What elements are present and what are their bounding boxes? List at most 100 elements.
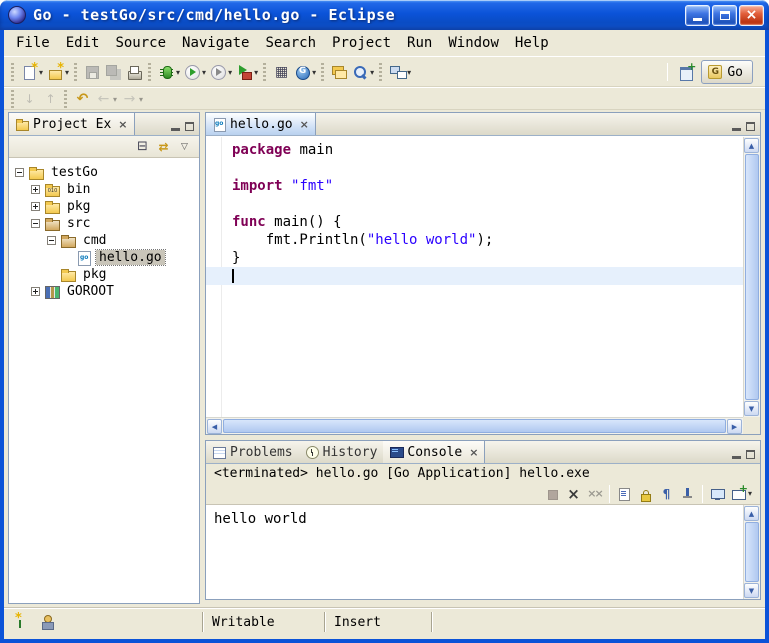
menu-item-run[interactable]: Run (399, 32, 440, 54)
open-resource-button[interactable] (329, 60, 350, 84)
fast-view-icon[interactable] (12, 614, 29, 630)
editor-horizontal-scrollbar[interactable]: ◀ ▶ (206, 417, 743, 434)
tree-item-pkg[interactable]: pkg (9, 266, 199, 283)
tree-item-testgo[interactable]: testGo (9, 164, 199, 181)
team-sync-button[interactable]: ▾ (387, 60, 413, 84)
scrollbar-thumb[interactable] (745, 522, 759, 582)
menu-item-source[interactable]: Source (107, 32, 174, 54)
go-web-button-dropdown[interactable]: ▾ (312, 68, 316, 77)
minimize-editor-icon[interactable] (732, 128, 741, 131)
go-perspective-button[interactable]: G Go (701, 60, 753, 84)
code-line-7[interactable]: } (206, 249, 743, 267)
console-output-area[interactable]: hello world ▲ ▼ (206, 504, 760, 599)
code-line-3[interactable]: import "fmt" (206, 177, 743, 195)
maximize-console-icon[interactable] (746, 450, 755, 459)
minimize-button[interactable] (685, 5, 710, 26)
menu-item-navigate[interactable]: Navigate (174, 32, 257, 54)
tree-expander-icon[interactable] (31, 219, 40, 228)
menu-item-edit[interactable]: Edit (58, 32, 108, 54)
tree-expander-icon[interactable] (47, 236, 56, 245)
maximize-button[interactable] (712, 5, 737, 26)
editor-vertical-scrollbar[interactable]: ▲ ▼ (743, 137, 760, 417)
tree-item-goroot[interactable]: GOROOT (9, 283, 199, 300)
close-editor-tab-icon[interactable]: × (300, 118, 309, 131)
view-menu-button[interactable] (174, 137, 195, 157)
collapse-all-button[interactable] (132, 137, 153, 157)
maximize-editor-icon[interactable] (746, 122, 755, 131)
titlebar[interactable]: Go - testGo/src/cmd/hello.go - Eclipse × (0, 0, 769, 30)
new-wizard-button-dropdown[interactable]: ▾ (39, 68, 43, 77)
search-button-dropdown[interactable]: ▾ (370, 68, 374, 77)
tree-expander-icon[interactable] (31, 287, 40, 296)
minimize-console-icon[interactable] (732, 456, 741, 459)
tree-expander-icon[interactable] (31, 202, 40, 211)
close-project-explorer-icon[interactable]: × (118, 118, 127, 131)
run-button-dropdown[interactable]: ▾ (202, 68, 206, 77)
tree-item-src[interactable]: src (9, 215, 199, 232)
code-area[interactable]: package main import "fmt" func main() { fm… (206, 137, 743, 417)
new-go-element-button[interactable]: ▾ (45, 60, 71, 84)
menu-item-search[interactable]: Search (257, 32, 324, 54)
close-console-tab-icon[interactable]: × (469, 446, 478, 459)
print-button[interactable] (124, 60, 145, 84)
new-wizard-button[interactable]: ▾ (19, 60, 45, 84)
menu-item-file[interactable]: File (8, 32, 58, 54)
go-web-button[interactable]: ▾ (292, 60, 318, 84)
code-line-5[interactable]: func main() { (206, 213, 743, 231)
tree-item-hello-go[interactable]: hello.go (9, 249, 199, 266)
new-go-app-button[interactable] (271, 60, 292, 84)
tree-expander-icon[interactable] (31, 185, 40, 194)
pin-console-button[interactable] (677, 482, 698, 506)
tab-history[interactable]: History (299, 441, 384, 463)
link-with-editor-button[interactable] (153, 137, 174, 157)
debug-button-dropdown[interactable]: ▾ (176, 68, 180, 77)
tree-item-bin[interactable]: bin (9, 181, 199, 198)
open-perspective-button[interactable] (676, 60, 697, 84)
minimize-view-icon[interactable] (171, 128, 180, 131)
display-selected-console-button[interactable] (707, 482, 728, 506)
code-line-8[interactable] (206, 267, 743, 285)
run-last-button[interactable]: ▾ (208, 60, 234, 84)
scroll-down-icon[interactable]: ▼ (744, 401, 759, 416)
clear-console-button[interactable] (614, 482, 635, 506)
tab-problems[interactable]: Problems (206, 441, 299, 463)
code-editor[interactable]: package main import "fmt" func main() { fm… (206, 137, 760, 434)
scroll-up-icon[interactable]: ▲ (744, 138, 759, 153)
run-button[interactable]: ▾ (182, 60, 208, 84)
search-button[interactable]: ▾ (350, 60, 376, 84)
code-line-6[interactable]: fmt.Println("hello world"); (206, 231, 743, 249)
debug-button[interactable]: ▾ (156, 60, 182, 84)
close-button[interactable]: × (739, 5, 764, 26)
menu-item-window[interactable]: Window (440, 32, 507, 54)
external-tools-button-dropdown[interactable]: ▾ (254, 68, 258, 77)
tab-console[interactable]: Console× (383, 441, 485, 463)
tree-expander-icon[interactable] (15, 168, 24, 177)
scrollbar-thumb[interactable] (745, 154, 759, 400)
open-console-button[interactable]: ▾ (728, 482, 754, 506)
scroll-up-icon[interactable]: ▲ (744, 506, 759, 521)
tab-hello-go[interactable]: hello.go × (206, 113, 316, 135)
maximize-view-icon[interactable] (185, 122, 194, 131)
scroll-left-icon[interactable]: ◀ (207, 419, 222, 434)
code-line-4[interactable] (206, 195, 743, 213)
last-edit-location-button[interactable] (72, 87, 93, 111)
tree-item-cmd[interactable]: cmd (9, 232, 199, 249)
scrollbar-thumb[interactable] (223, 419, 726, 433)
scroll-right-icon[interactable]: ▶ (727, 419, 742, 434)
tab-project-explorer[interactable]: Project Ex × (9, 113, 135, 135)
tree-item-pkg[interactable]: pkg (9, 198, 199, 215)
team-sync-button-dropdown[interactable]: ▾ (407, 68, 411, 77)
word-wrap-button[interactable] (656, 482, 677, 506)
scroll-down-icon[interactable]: ▼ (744, 583, 759, 598)
console-vertical-scrollbar[interactable]: ▲ ▼ (743, 505, 760, 599)
run-last-button-dropdown[interactable]: ▾ (228, 68, 232, 77)
open-console-button-dropdown[interactable]: ▾ (748, 489, 752, 498)
remove-launch-button[interactable] (563, 482, 584, 506)
new-go-element-button-dropdown[interactable]: ▾ (65, 68, 69, 77)
team-status-icon[interactable] (39, 614, 56, 630)
scroll-lock-button[interactable] (635, 482, 656, 506)
external-tools-button[interactable]: ▾ (234, 60, 260, 84)
menu-item-help[interactable]: Help (507, 32, 557, 54)
code-line-1[interactable]: package main (206, 141, 743, 159)
menu-item-project[interactable]: Project (324, 32, 399, 54)
